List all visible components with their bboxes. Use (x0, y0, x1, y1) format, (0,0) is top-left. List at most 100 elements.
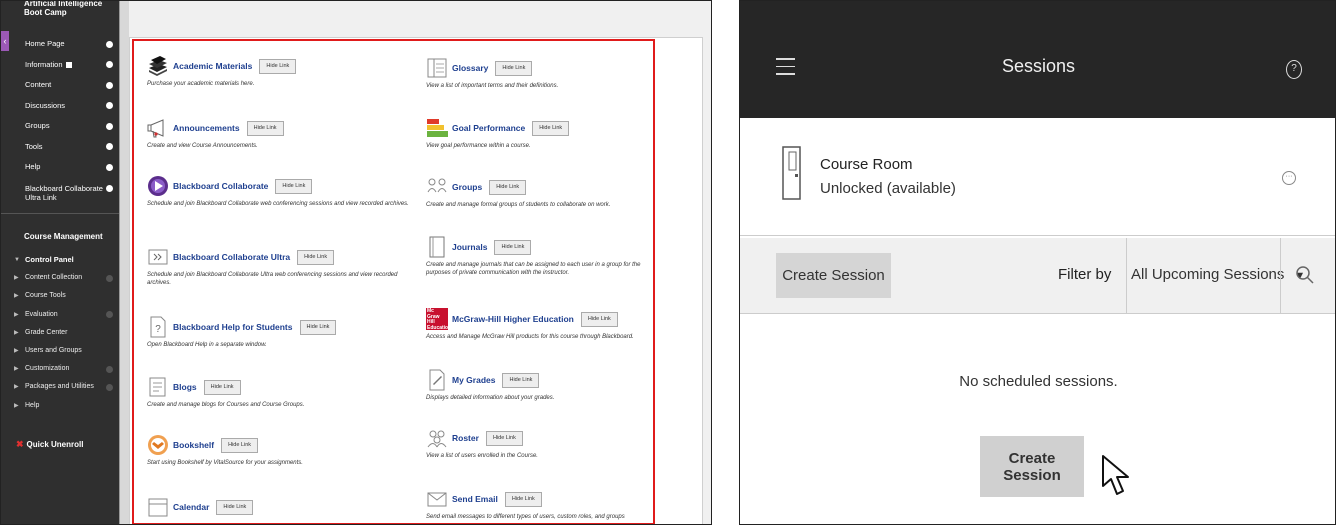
cp-item-packages-utilities[interactable]: ▶ Packages and Utilities (1, 378, 119, 396)
hide-link-button[interactable]: Hide Link (489, 179, 527, 195)
hide-link-button[interactable]: Hide Link (216, 499, 254, 515)
options-icon[interactable] (106, 311, 113, 319)
options-dot-icon[interactable] (106, 81, 113, 89)
options-dot-icon[interactable] (106, 40, 113, 48)
course-room-row[interactable]: Course Room Unlocked (available) ··· (740, 118, 1335, 236)
blog-icon (149, 377, 166, 397)
tool-link-bookshelf[interactable]: Bookshelf (173, 440, 214, 450)
sidebar-item-content[interactable]: Content (1, 75, 119, 96)
sidebar-item-label: Discussions (25, 100, 66, 110)
cp-item-label: Grade Center (25, 328, 68, 336)
tool-link-roster[interactable]: Roster (452, 433, 479, 443)
sidebar-item-groups[interactable]: Groups (1, 116, 119, 137)
folder-icon (65, 61, 72, 68)
hide-link-button[interactable]: Hide Link (275, 178, 313, 194)
roster-icon (427, 430, 447, 448)
options-icon[interactable] (106, 383, 113, 391)
options-icon[interactable] (106, 365, 113, 373)
tool-link-goal-performance[interactable]: Goal Performance (452, 123, 525, 133)
hide-link-button[interactable]: Hide Link (203, 379, 241, 395)
tool-blackboard-collaborate-ultra: Blackboard Collaborate Ultra Hide Link S… (147, 245, 402, 287)
cp-item-label: Packages and Utilities (25, 383, 94, 391)
create-session-primary-button[interactable]: Create Session (980, 436, 1084, 497)
options-dot-icon[interactable] (106, 184, 113, 192)
options-dot-icon[interactable] (106, 122, 113, 130)
tool-link-academic-materials[interactable]: Academic Materials (173, 61, 252, 71)
cp-item-customization[interactable]: ▶ Customization (1, 360, 119, 378)
options-icon[interactable] (106, 274, 113, 282)
tool-link-groups[interactable]: Groups (452, 182, 482, 192)
control-panel-list: ▼ Control Panel ▶ Content Collection ▶ Cour… (1, 251, 119, 415)
cp-item-course-tools[interactable]: ▶ Course Tools (1, 287, 119, 305)
tool-description: Schedule and join Blackboard Collaborate… (147, 272, 398, 286)
create-session-button[interactable]: Create Session (776, 253, 891, 298)
course-title[interactable]: Artificial Intelligence Boot Camp (1, 1, 119, 29)
help-icon[interactable]: ? (1286, 60, 1302, 79)
sidebar-item-home-page[interactable]: Home Page (1, 34, 119, 55)
sidebar-item-information[interactable]: Information (1, 55, 119, 76)
tool-link-blackboard-collaborate[interactable]: Blackboard Collaborate (173, 181, 268, 191)
tool-link-my-grades[interactable]: My Grades (452, 375, 495, 385)
cp-item-evaluation[interactable]: ▶ Evaluation (1, 306, 119, 324)
tool-link-send-email[interactable]: Send Email (452, 494, 498, 504)
hide-link-button[interactable]: Hide Link (502, 372, 540, 388)
cp-item-help[interactable]: ▶ Help (1, 397, 119, 415)
quick-unenroll-link[interactable]: ✖ Quick Unenroll (16, 439, 83, 450)
tool-link-blogs[interactable]: Blogs (173, 382, 197, 392)
hide-link-button[interactable]: Hide Link (494, 239, 532, 255)
door-icon (782, 146, 801, 200)
sidebar-item-tools[interactable]: Tools (1, 137, 119, 158)
tool-link-mcgraw-hill[interactable]: McGraw-Hill Higher Education (452, 314, 574, 324)
tool-link-glossary[interactable]: Glossary (452, 63, 488, 73)
more-options-icon[interactable]: ··· (1282, 171, 1296, 185)
tool-link-announcements[interactable]: Announcements (173, 123, 240, 133)
tool-description: View a list of users enrolled in the Cou… (426, 453, 538, 459)
hide-link-button[interactable]: Hide Link (221, 437, 259, 453)
sidebar-item-label: Tools (25, 141, 43, 151)
cp-item-content-collection[interactable]: ▶ Content Collection (1, 269, 119, 287)
sidebar-item-discussions[interactable]: Discussions (1, 96, 119, 117)
svg-text:?: ? (155, 324, 161, 335)
calendar-icon (148, 498, 168, 517)
sidebar-item-help[interactable]: Help (1, 157, 119, 178)
course-room-title: Course Room (820, 156, 913, 173)
tool-link-calendar[interactable]: Calendar (173, 502, 209, 512)
filter-label: Filter by (1058, 266, 1112, 283)
tool-announcements: Announcements Hide Link Create and view … (147, 116, 402, 150)
tool-my-grades: My Grades Hide Link Displays detailed in… (426, 368, 681, 402)
sidebar-item-collaborate-ultra-link[interactable]: Blackboard Collaborate Ultra Link (1, 178, 119, 208)
search-icon[interactable] (1295, 265, 1315, 285)
hide-link-button[interactable]: Hide Link (299, 319, 337, 335)
tool-link-blackboard-collaborate-ultra[interactable]: Blackboard Collaborate Ultra (173, 252, 290, 262)
cp-item-label: Course Tools (25, 292, 66, 300)
megaphone-icon (147, 119, 164, 138)
tool-link-journals[interactable]: Journals (452, 242, 487, 252)
hide-link-button[interactable]: Hide Link (297, 249, 335, 265)
hide-link-button[interactable]: Hide Link (504, 491, 542, 507)
tool-link-blackboard-help[interactable]: Blackboard Help for Students (173, 322, 293, 332)
options-dot-icon[interactable] (106, 143, 113, 150)
hide-link-button[interactable]: Hide Link (580, 311, 618, 327)
cp-item-users-and-groups[interactable]: ▶ Users and Groups (1, 342, 119, 360)
sidebar-resize-handle[interactable] (119, 1, 129, 524)
cp-item-grade-center[interactable]: ▶ Grade Center (1, 324, 119, 342)
cp-item-label: Customization (25, 365, 70, 373)
tool-glossary: Glossary Hide Link View a list of import… (426, 56, 681, 90)
hide-link-button[interactable]: Hide Link (532, 120, 570, 136)
options-dot-icon[interactable] (106, 61, 113, 68)
sessions-toolbar: Create Session Filter by All Upcoming Se… (740, 238, 1335, 314)
options-dot-icon[interactable] (106, 163, 113, 171)
control-panel-toggle[interactable]: ▼ Control Panel (1, 251, 119, 269)
tool-mcgraw-hill: Mc Graw Hill Education McGraw-Hill Highe… (426, 307, 681, 341)
hide-link-button[interactable]: Hide Link (495, 60, 533, 76)
sessions-header: Sessions ? (740, 1, 1335, 118)
hide-link-button[interactable]: Hide Link (246, 120, 284, 136)
tool-calendar: Calendar Hide Link (147, 495, 402, 519)
screenshot-canvas: Artificial Intelligence Boot Camp ‹ Home… (0, 0, 1339, 525)
tool-academic-materials: Academic Materials Hide Link Purchase yo… (147, 54, 402, 88)
help-document-icon: ? (150, 316, 166, 338)
hide-link-button[interactable]: Hide Link (485, 430, 523, 446)
hide-link-button[interactable]: Hide Link (259, 58, 297, 74)
sidebar-item-label: Content (25, 80, 52, 89)
options-dot-icon[interactable] (106, 102, 113, 109)
